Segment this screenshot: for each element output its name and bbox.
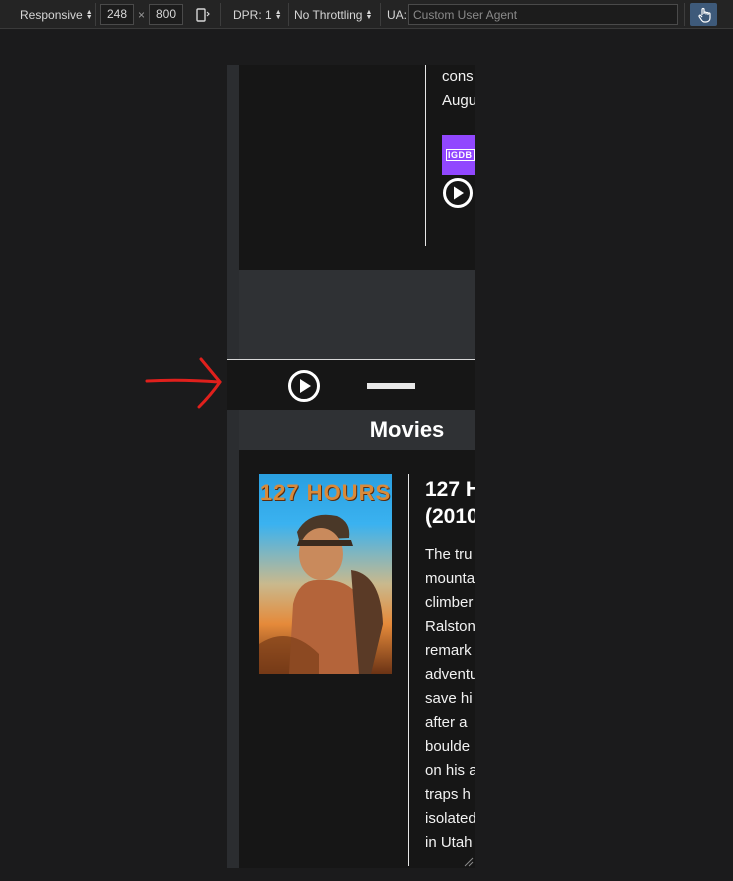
poster-figure-art [259,514,383,674]
touch-hand-icon [697,7,711,23]
toolbar-divider [684,3,685,26]
description-line: Ralston [425,618,475,635]
toolbar-divider [288,3,289,26]
description-line: boulde [425,738,471,755]
description-line: isolated [425,810,475,827]
card-divider [408,474,409,866]
rotate-device-button[interactable] [195,0,211,29]
viewport-left-gutter [227,65,239,868]
select-arrows-icon: ▲ ▼ [85,8,93,21]
annotation-arrow-icon [145,357,222,409]
dpr-label: DPR: 1 [233,7,272,22]
user-agent-input[interactable]: Custom User Agent [408,4,678,25]
toolbar-divider [380,3,381,26]
description-line: The tru [425,546,473,563]
movie-poster[interactable]: 127 HOURS [259,474,392,674]
description-line: traps h [425,786,471,803]
device-select-label: Responsive [20,7,83,22]
ua-label: UA: [387,7,408,22]
game-description-line: Augu [442,92,475,109]
height-input[interactable]: 800 [149,4,183,25]
description-line: climber [425,594,474,611]
toolbar-divider [95,3,96,26]
movie-description: The tru mounta climber Ralston remark ad… [425,543,475,855]
device-toolbar: Responsive ▲ ▼ 248 × 800 DPR: 1 ▲ ▼ No Thr… [0,0,733,29]
rotate-icon [196,7,210,22]
description-line: remark [425,642,472,659]
play-icon [443,178,473,208]
movie-title-line: 127 H [425,478,475,501]
description-line: on his a [425,762,475,779]
igdb-logo[interactable]: IGDB [442,135,475,175]
throttling-label: No Throttling [294,7,363,22]
dpr-select[interactable]: DPR: 1 ▲ ▼ [233,0,282,29]
width-input[interactable]: 248 [100,4,134,25]
section-title: Movies [369,417,445,442]
description-line: save hi [425,690,473,707]
movie-title[interactable]: 127 H (2010 [425,476,475,530]
resize-grip-icon[interactable] [462,855,474,867]
select-arrows-icon: ▲ ▼ [365,8,373,21]
device-viewport: cons Augu IGDB Movies 127 HOURS 127 H (2… [227,65,475,868]
toolbar-divider [220,3,221,26]
device-select[interactable]: Responsive ▲ ▼ [20,0,93,29]
game-card: cons Augu IGDB [239,65,475,270]
card-divider [425,65,426,246]
touch-simulation-button[interactable] [690,3,717,26]
description-line: mounta [425,570,475,587]
igdb-logo-text: IGDB [446,149,475,161]
description-line: adventu [425,666,475,683]
select-arrows-icon: ▲ ▼ [274,8,282,21]
play-button-small[interactable] [442,177,474,214]
player-controls-bar [227,359,475,410]
description-line: after a [425,714,468,731]
play-button[interactable] [287,369,321,408]
movie-title-line: (2010 [425,505,475,528]
throttling-select[interactable]: No Throttling ▲ ▼ [294,0,372,29]
collapse-handle[interactable] [367,383,415,389]
dimension-separator: × [138,7,146,22]
play-icon [288,370,320,402]
description-line: in Utah [425,834,473,851]
movie-card: 127 HOURS 127 H (2010 The tru mounta cli… [239,450,475,868]
game-description-line: cons [442,68,474,85]
